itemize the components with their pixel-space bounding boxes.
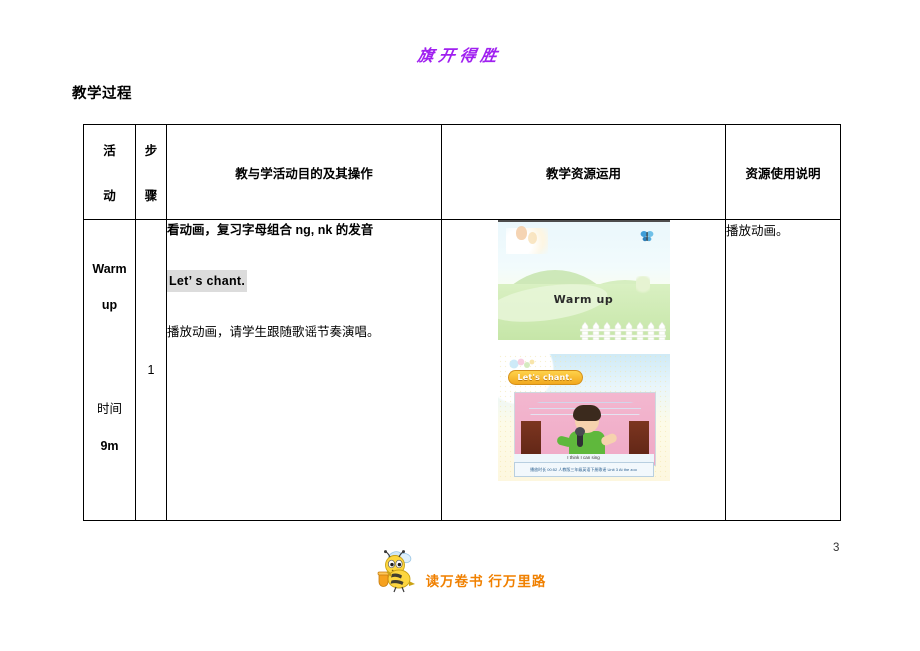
header-cell-activity: 活 动: [83, 124, 136, 220]
header-step-char-2: 骤: [144, 189, 158, 203]
cloud-shape: [505, 228, 548, 254]
cell-main-activity: 看动画，复习字母组合 ng, nk 的发音 Let’ s chant. 播放动画…: [166, 219, 442, 521]
balloon-icon-2: [527, 232, 537, 244]
page-title: 教学过程: [72, 86, 132, 102]
activity-time-label: 时间: [96, 402, 122, 416]
table-row: Warm up 时间 9m 1 看动画，复习字母组合 ng, nk 的发音 Le…: [83, 219, 841, 521]
document-footer: 读万卷书 行万里路: [0, 548, 920, 599]
boy-hair: [572, 405, 601, 421]
balloon-icon: [515, 226, 527, 240]
resource-note-text: 播放动画。: [726, 224, 789, 238]
bubbles-icon: [509, 358, 534, 369]
chant-video-title: I think I can sing: [513, 454, 654, 462]
cell-teaching-resources: Warm up Let's chant. I think I can sing …: [441, 219, 726, 521]
header-note-label: 资源使用说明: [745, 166, 821, 181]
activity-time-value: 9m: [100, 439, 119, 453]
page-number: 3: [833, 542, 840, 554]
header-watermark-text: 旗开得胜: [416, 46, 504, 65]
lesson-table-container: 活 动 步 骤 教与学活动目的及其操作 教学资源运用 资源使用说明 Warm u…: [83, 124, 841, 521]
document-page: 旗开得胜 教学过程 活 动 步 骤 教与学活动目的及其操作 教学资源运用 资源使…: [0, 0, 920, 651]
footer-slogan: 读万卷书 行万里路: [425, 574, 547, 589]
header-activity-char-1: 活: [103, 144, 116, 158]
header-activity-char-2: 动: [103, 189, 116, 203]
lets-chant-video-slide: Let's chant. I think I can sing 播放时长 00:…: [497, 354, 670, 481]
header-cell-step: 步 骤: [135, 124, 167, 220]
activity-name-line-1: Warm: [92, 262, 127, 276]
activity-name-line-2: up: [101, 298, 118, 312]
header-cell-note: 资源使用说明: [725, 124, 841, 220]
activity-instruction-text: 播放动画，请学生跟随歌谣节奏演唱。: [167, 325, 380, 339]
cell-activity: Warm up 时间 9m: [83, 219, 136, 521]
warm-up-slide-caption: Warm up: [553, 293, 614, 306]
butterfly-icon: [640, 231, 653, 242]
lesson-plan-table: 活 动 步 骤 教与学活动目的及其操作 教学资源运用 资源使用说明 Warm u…: [83, 124, 841, 521]
cell-step: 1: [135, 219, 167, 521]
cell-resource-note: 播放动画。: [725, 219, 841, 521]
bee-icon: [377, 550, 415, 593]
microphone-head: [574, 427, 585, 436]
chant-video-meta: 播放时长 00:52 人教版三年级英语下册歌谣 Unit 3 At the zo…: [513, 462, 654, 477]
header-resource-label: 教学资源运用: [545, 166, 621, 181]
lets-chant-banner-label: Let's chant.: [507, 370, 583, 385]
header-cell-main: 教与学活动目的及其操作: [166, 124, 442, 220]
header-step-char-1: 步: [144, 144, 158, 158]
step-number: 1: [147, 363, 155, 377]
activity-objective-text: 看动画，复习字母组合 ng, nk 的发音: [167, 223, 374, 237]
warm-up-landscape-slide: Warm up: [497, 220, 670, 340]
table-header-row: 活 动 步 骤 教与学活动目的及其操作 教学资源运用 资源使用说明: [83, 124, 841, 220]
document-header: 旗开得胜: [0, 42, 920, 66]
header-cell-resource: 教学资源运用: [441, 124, 726, 220]
header-main-label: 教与学活动目的及其操作: [235, 166, 373, 181]
fence-icon: [579, 321, 666, 340]
chant-highlight-tag: Let’ s chant.: [167, 270, 248, 292]
